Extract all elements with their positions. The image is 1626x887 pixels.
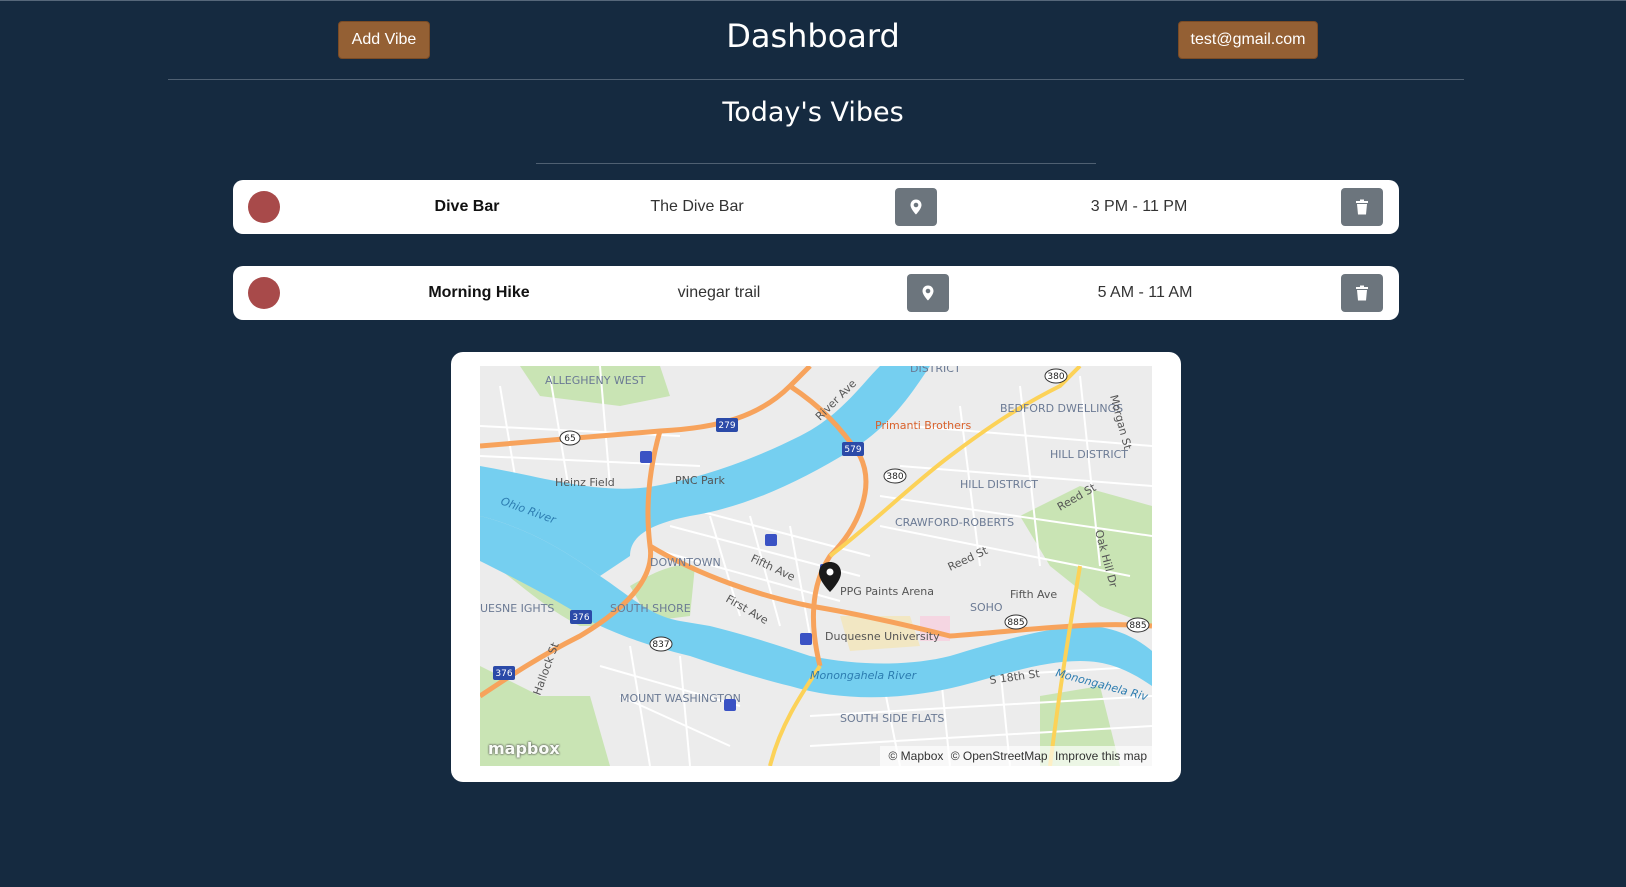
map-label: DOWNTOWN [650, 556, 721, 569]
map-view[interactable]: ALLEGHENY WEST DISTRICT BEDFORD DWELLING… [480, 366, 1152, 766]
delete-vibe-button[interactable] [1341, 274, 1383, 312]
attribution-osm-link[interactable]: © OpenStreetMap [951, 749, 1048, 763]
svg-text:885: 885 [1129, 621, 1146, 631]
vibe-name: Morning Hike [428, 284, 530, 301]
svg-text:837: 837 [652, 640, 669, 650]
user-account-button[interactable]: test@gmail.com [1178, 21, 1318, 59]
vibe-location: The Dive Bar [650, 198, 744, 215]
map-card: ALLEGHENY WEST DISTRICT BEDFORD DWELLING… [451, 352, 1181, 782]
map-poi-label: Primanti Brothers [875, 419, 971, 432]
delete-vibe-button[interactable] [1341, 188, 1383, 226]
map-label: DISTRICT [910, 366, 961, 375]
map-label: Duquesne University [825, 630, 940, 643]
location-pin-icon [910, 199, 922, 215]
map-canvas[interactable]: ALLEGHENY WEST DISTRICT BEDFORD DWELLING… [480, 366, 1152, 766]
vibe-time: 3 PM - 11 PM [1090, 198, 1188, 215]
highway-shield: 837 [649, 636, 673, 652]
map-label: ALLEGHENY WEST [545, 374, 646, 387]
highway-shield: 885 [1004, 614, 1028, 630]
highway-shield: 376 [570, 610, 592, 624]
show-location-button[interactable] [895, 188, 937, 226]
svg-text:579: 579 [844, 445, 861, 455]
section-title: Today's Vibes [722, 97, 904, 128]
map-label: SOUTH SHORE [610, 602, 691, 615]
transit-icon [724, 699, 736, 711]
vibe-time: 5 AM - 11 AM [1097, 284, 1193, 301]
map-label: HILL DISTRICT [1050, 448, 1128, 461]
header-divider [168, 79, 1464, 80]
vibe-location: vinegar trail [677, 284, 761, 301]
map-label: Monongahela River [810, 669, 918, 682]
transit-icon [800, 633, 812, 645]
mapbox-logo[interactable]: mapbox [488, 739, 560, 758]
map-attribution: © Mapbox © OpenStreetMap Improve this ma… [879, 746, 1152, 766]
vibe-card: Morning Hike vinegar trail 5 AM - 11 AM [233, 266, 1399, 320]
show-location-button[interactable] [907, 274, 949, 312]
svg-text:376: 376 [495, 669, 512, 679]
status-dot [248, 277, 280, 309]
trash-icon [1356, 285, 1368, 301]
highway-shield: 885 [1126, 617, 1150, 633]
attribution-mapbox-link[interactable]: © Mapbox [889, 749, 944, 763]
status-dot [248, 191, 280, 223]
svg-text:279: 279 [718, 421, 735, 431]
map-label: PPG Paints Arena [840, 585, 934, 598]
highway-shield: 376 [493, 666, 515, 680]
map-label: Heinz Field [555, 476, 615, 489]
map-label: UESNE IGHTS [480, 602, 554, 615]
map-label: Fifth Ave [1010, 588, 1057, 601]
highway-shield: 380 [1044, 368, 1068, 384]
location-pin-icon [922, 285, 934, 301]
map-label: MOUNT WASHINGTON [620, 692, 741, 705]
svg-text:885: 885 [1007, 618, 1024, 628]
improve-map-link[interactable]: Improve this map [1055, 749, 1147, 763]
map-label: HILL DISTRICT [960, 478, 1038, 491]
map-label: CRAWFORD-ROBERTS [895, 516, 1014, 529]
svg-text:380: 380 [1047, 372, 1064, 382]
page-title: Dashboard [726, 17, 900, 55]
trash-icon [1356, 199, 1368, 215]
highway-shield: 279 [716, 418, 738, 432]
map-marker-dot [826, 568, 834, 576]
highway-shield: 65 [559, 430, 581, 446]
section-divider [536, 163, 1096, 164]
map-label: BEDFORD DWELLINGS [1000, 402, 1123, 415]
vibe-name: Dive Bar [434, 198, 500, 215]
transit-icon [640, 451, 652, 463]
map-label: SOHO [970, 601, 1003, 614]
highway-shield: 380 [883, 468, 907, 484]
highway-shield: 579 [842, 442, 864, 456]
map-label: SOUTH SIDE FLATS [840, 712, 944, 725]
svg-text:380: 380 [886, 472, 903, 482]
map-label: PNC Park [675, 474, 725, 487]
vibe-card: Dive Bar The Dive Bar 3 PM - 11 PM [233, 180, 1399, 234]
transit-icon [765, 534, 777, 546]
svg-text:65: 65 [564, 434, 575, 444]
svg-text:376: 376 [572, 613, 589, 623]
